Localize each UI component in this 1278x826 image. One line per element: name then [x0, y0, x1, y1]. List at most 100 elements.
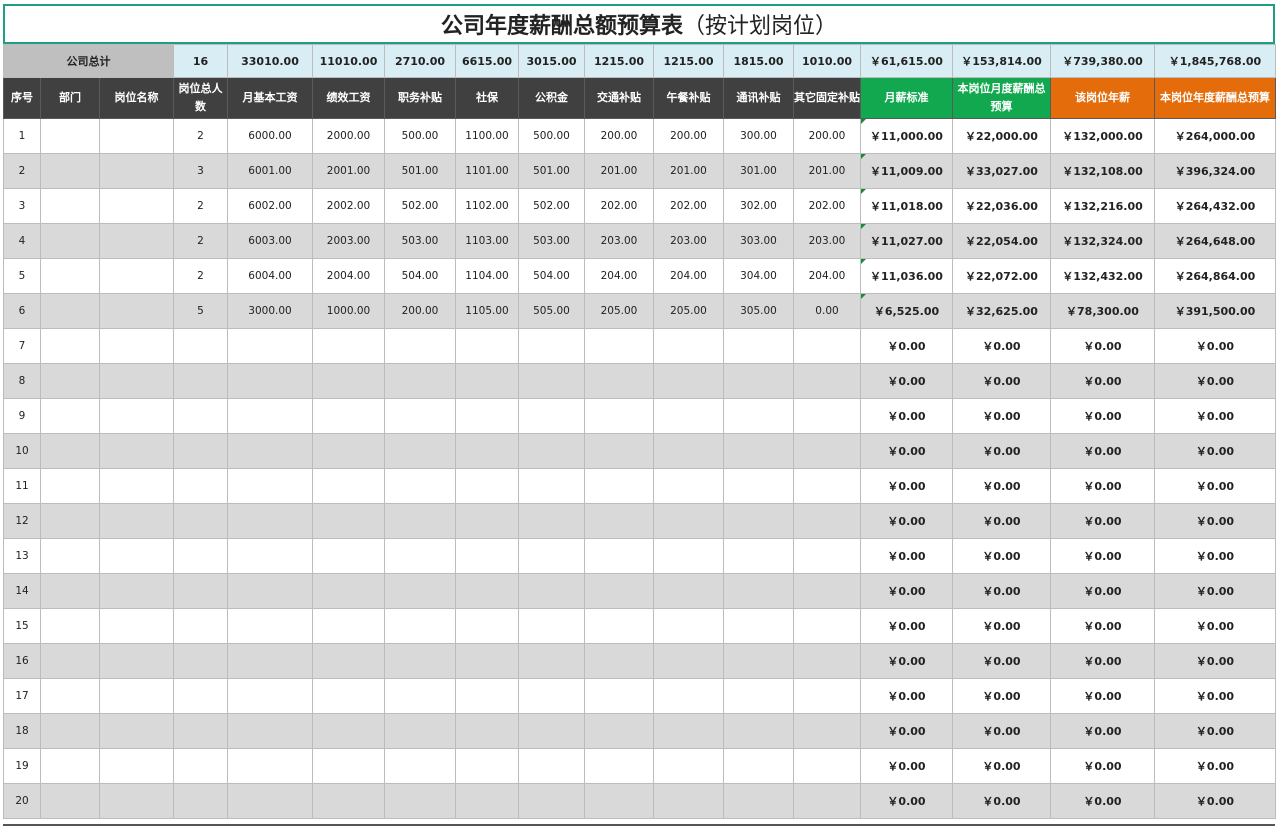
table-cell[interactable]: ￥0.00	[860, 328, 953, 364]
table-cell[interactable]	[455, 643, 519, 679]
table-cell[interactable]	[40, 293, 100, 329]
column-header[interactable]: 月薪标准	[860, 77, 953, 119]
table-cell[interactable]	[653, 608, 724, 644]
table-cell[interactable]	[584, 363, 654, 399]
table-cell[interactable]: 3	[3, 188, 41, 224]
table-cell[interactable]: 205.00	[584, 293, 654, 329]
table-cell[interactable]	[173, 398, 228, 434]
table-cell[interactable]	[723, 538, 794, 574]
table-cell[interactable]: ￥132,324.00	[1050, 223, 1155, 259]
table-cell[interactable]	[793, 748, 861, 784]
column-header[interactable]: 本岗位月度薪酬总预算	[952, 77, 1051, 119]
table-cell[interactable]	[384, 503, 456, 539]
table-cell[interactable]: ￥0.00	[1154, 643, 1276, 679]
table-cell[interactable]: ￥0.00	[860, 643, 953, 679]
table-cell[interactable]	[227, 608, 313, 644]
table-cell[interactable]	[40, 433, 100, 469]
total-cell[interactable]: 1010.00	[793, 44, 861, 78]
table-cell[interactable]: 3	[173, 153, 228, 189]
table-cell[interactable]	[312, 398, 385, 434]
table-cell[interactable]: ￥0.00	[952, 503, 1051, 539]
table-cell[interactable]: ￥0.00	[1050, 573, 1155, 609]
table-cell[interactable]	[653, 713, 724, 749]
table-cell[interactable]: ￥0.00	[952, 713, 1051, 749]
table-cell[interactable]	[99, 538, 174, 574]
table-cell[interactable]: ￥0.00	[952, 433, 1051, 469]
table-cell[interactable]	[312, 538, 385, 574]
table-cell[interactable]: ￥0.00	[1050, 643, 1155, 679]
table-cell[interactable]: ￥11,036.00	[860, 258, 953, 294]
table-cell[interactable]: 1	[3, 118, 41, 154]
table-cell[interactable]	[653, 363, 724, 399]
table-cell[interactable]: 305.00	[723, 293, 794, 329]
table-cell[interactable]: 6	[3, 293, 41, 329]
table-cell[interactable]	[723, 713, 794, 749]
column-header[interactable]: 公积金	[518, 77, 585, 119]
table-cell[interactable]: 200.00	[584, 118, 654, 154]
table-cell[interactable]	[227, 398, 313, 434]
table-cell[interactable]: 204.00	[584, 258, 654, 294]
table-cell[interactable]	[173, 748, 228, 784]
table-cell[interactable]	[99, 223, 174, 259]
table-cell[interactable]	[312, 713, 385, 749]
table-cell[interactable]	[99, 363, 174, 399]
table-cell[interactable]	[40, 223, 100, 259]
table-cell[interactable]: ￥0.00	[860, 468, 953, 504]
table-cell[interactable]	[518, 468, 585, 504]
table-cell[interactable]: ￥0.00	[1154, 433, 1276, 469]
table-cell[interactable]	[227, 503, 313, 539]
total-cell[interactable]: 16	[173, 44, 228, 78]
table-cell[interactable]: 203.00	[793, 223, 861, 259]
table-cell[interactable]: ￥0.00	[1050, 783, 1155, 819]
table-cell[interactable]: ￥0.00	[1050, 678, 1155, 714]
table-cell[interactable]: 1103.00	[455, 223, 519, 259]
table-cell[interactable]	[40, 118, 100, 154]
table-cell[interactable]: ￥0.00	[1050, 398, 1155, 434]
table-cell[interactable]	[40, 643, 100, 679]
table-cell[interactable]: ￥0.00	[1154, 713, 1276, 749]
table-cell[interactable]	[384, 783, 456, 819]
table-cell[interactable]: 1101.00	[455, 153, 519, 189]
total-cell[interactable]: 33010.00	[227, 44, 313, 78]
table-cell[interactable]: ￥0.00	[860, 538, 953, 574]
total-cell[interactable]: ￥153,814.00	[952, 44, 1051, 78]
table-cell[interactable]: 12	[3, 503, 41, 539]
table-cell[interactable]: ￥0.00	[1154, 503, 1276, 539]
table-cell[interactable]	[312, 678, 385, 714]
table-cell[interactable]	[312, 328, 385, 364]
table-cell[interactable]: ￥0.00	[1154, 678, 1276, 714]
table-cell[interactable]	[173, 328, 228, 364]
table-cell[interactable]	[173, 433, 228, 469]
table-cell[interactable]: 5	[173, 293, 228, 329]
table-cell[interactable]	[455, 538, 519, 574]
table-cell[interactable]: 501.00	[384, 153, 456, 189]
table-cell[interactable]: 505.00	[518, 293, 585, 329]
column-header[interactable]: 月基本工资	[227, 77, 313, 119]
table-cell[interactable]	[455, 608, 519, 644]
table-cell[interactable]: 304.00	[723, 258, 794, 294]
table-cell[interactable]: 2	[173, 118, 228, 154]
table-cell[interactable]	[455, 713, 519, 749]
column-header[interactable]: 社保	[455, 77, 519, 119]
table-cell[interactable]: 6000.00	[227, 118, 313, 154]
table-cell[interactable]	[40, 328, 100, 364]
table-cell[interactable]	[99, 118, 174, 154]
table-cell[interactable]	[227, 363, 313, 399]
table-cell[interactable]	[584, 328, 654, 364]
table-cell[interactable]: 2	[3, 153, 41, 189]
table-cell[interactable]: ￥0.00	[952, 538, 1051, 574]
table-cell[interactable]	[653, 398, 724, 434]
table-cell[interactable]: 13	[3, 538, 41, 574]
table-cell[interactable]	[40, 678, 100, 714]
table-cell[interactable]: 203.00	[584, 223, 654, 259]
table-cell[interactable]	[40, 573, 100, 609]
table-cell[interactable]	[518, 573, 585, 609]
table-cell[interactable]: ￥391,500.00	[1154, 293, 1276, 329]
table-cell[interactable]: ￥264,000.00	[1154, 118, 1276, 154]
table-cell[interactable]	[723, 783, 794, 819]
table-cell[interactable]	[99, 468, 174, 504]
table-cell[interactable]: 501.00	[518, 153, 585, 189]
table-cell[interactable]	[518, 643, 585, 679]
table-cell[interactable]	[584, 538, 654, 574]
table-cell[interactable]	[793, 398, 861, 434]
